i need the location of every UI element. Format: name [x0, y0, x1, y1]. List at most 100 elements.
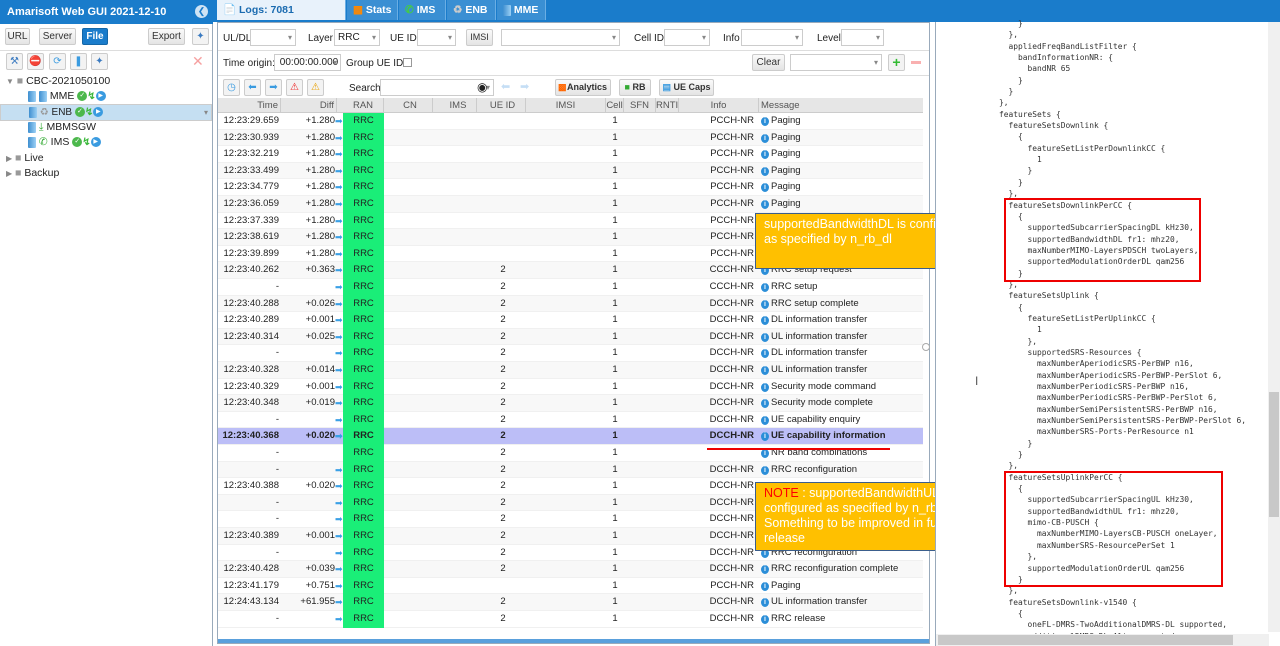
add-icon[interactable]: + — [888, 54, 905, 71]
tree-node-mme[interactable]: MME ✓ ↯ ▶ — [0, 88, 212, 104]
table-row[interactable]: - RRC 2 1 DCCH-NR ➡ i UE capability enquiry — [218, 411, 923, 429]
table-row[interactable]: 12:23:40.288 +0.026 RRC 2 1 DCCH-NR ➡ i RRC setu… — [218, 295, 923, 313]
table-row[interactable]: 12:23:36.059 +1.280 RRC 1 PCCH-NR ➡ i Paging — [218, 196, 923, 213]
scrollbar-thumb[interactable] — [938, 635, 1233, 645]
analytics-button[interactable]: ▩ Analytics — [555, 79, 611, 96]
table-row[interactable]: 12:23:40.428 +0.039 RRC 2 1 DCCH-NR ➡ i RRC reco… — [218, 561, 923, 578]
ueid-select[interactable] — [417, 29, 456, 46]
col-sfn[interactable]: SFN — [624, 98, 656, 113]
refresh-icon[interactable]: ⟳ — [49, 53, 66, 70]
table-row[interactable]: 12:23:40.368 +0.020 RRC 2 1 DCCH-NR ➡ i UE capab… — [218, 428, 923, 445]
table-row[interactable]: 12:23:40.314 +0.025 RRC 2 1 DCCH-NR ➡ i UL infor… — [218, 328, 923, 346]
table-row[interactable]: 12:24:43.134 +61.955 RRC 2 1 DCCH-NR ➡ i UL info… — [218, 594, 923, 611]
cellid-select[interactable] — [664, 29, 710, 46]
tab-stats[interactable]: ▩ Stats — [347, 0, 398, 20]
tree-node-mbmsgw[interactable]: ⤓ MBMSGW — [0, 119, 212, 135]
splitter-handle[interactable] — [922, 343, 930, 351]
col-ran[interactable]: RAN — [343, 98, 384, 113]
table-row[interactable]: 12:23:41.179 +0.751 RRC 1 PCCH-NR ➡ i Paging — [218, 577, 923, 595]
tab-ims[interactable]: ✆ IMS — [399, 0, 446, 20]
scrollbar-thumb[interactable] — [1269, 392, 1279, 517]
uecaps-button[interactable]: ▤ UE Caps — [659, 79, 714, 96]
horizontal-scrollbar[interactable] — [936, 634, 1269, 646]
group-ue-checkbox[interactable] — [403, 58, 412, 67]
wrench-icon[interactable]: ⚒ — [6, 53, 23, 70]
ueid-cell: 2 — [500, 364, 506, 375]
tab-mme[interactable]: MME — [497, 0, 546, 20]
table-row[interactable]: 12:23:40.328 +0.014 RRC 2 1 DCCH-NR ➡ i UL infor… — [218, 362, 923, 379]
server-button[interactable]: Server — [39, 28, 76, 45]
vertical-scrollbar[interactable] — [1268, 22, 1280, 632]
url-button[interactable]: URL — [5, 28, 30, 45]
play-icon[interactable]: ▶ — [90, 137, 101, 148]
col-diff[interactable]: Diff — [281, 98, 337, 113]
remove-icon[interactable] — [911, 61, 921, 64]
level-select[interactable] — [841, 29, 884, 46]
filter-preset-select[interactable] — [790, 54, 882, 71]
tree-folder-live[interactable]: ▶ ■ Live — [0, 150, 212, 166]
col-time[interactable]: Time — [218, 98, 281, 113]
table-row[interactable]: - RRC 2 1 DCCH-NR ➡ i RRC reconfiguration — [218, 461, 923, 479]
table-row[interactable]: - RRC 2 1 DCCH-NR ➡ i DL information transfer — [218, 345, 923, 362]
col-cn[interactable]: CN — [388, 98, 433, 113]
settings-icon[interactable]: ✦ — [192, 28, 209, 45]
delete-icon[interactable]: ✕ — [192, 53, 204, 70]
tree-root[interactable]: ▼ ■ CBC-2021050100 — [0, 73, 212, 89]
info-select[interactable] — [741, 29, 803, 46]
table-row[interactable]: - RRC 2 1 CCCH-NR ➡ i RRC setup — [218, 279, 923, 296]
prev-match-icon[interactable]: ⬅ — [501, 80, 510, 93]
clock-icon[interactable]: ◷ — [223, 79, 240, 96]
play-icon[interactable]: ▶ — [93, 107, 104, 118]
file-button[interactable]: File — [82, 28, 108, 45]
col-message[interactable]: Message — [761, 98, 921, 113]
uldl-select[interactable] — [250, 29, 296, 46]
col-ueid[interactable]: UE ID — [480, 98, 526, 113]
time-origin-input[interactable]: 00:00:00.000 — [274, 54, 341, 71]
ueid-cell — [480, 578, 526, 595]
cell-cell: 1 — [612, 198, 618, 209]
info-icon: i — [761, 166, 769, 176]
collapse-panel-icon[interactable]: ❮ — [195, 5, 208, 18]
table-row[interactable]: 12:23:34.779 +1.280 RRC 1 PCCH-NR ➡ i Paging — [218, 179, 923, 196]
arrow-left-icon[interactable]: ⬅ — [244, 79, 261, 96]
info-cell: DCCH-NR — [709, 613, 754, 624]
col-cell[interactable]: Cell — [606, 98, 624, 113]
arrow-right-icon[interactable]: ➡ — [265, 79, 282, 96]
play-icon[interactable]: ▶ — [95, 91, 106, 102]
layer-select[interactable]: RRC — [334, 29, 380, 46]
table-row[interactable]: 12:23:29.659 +1.280 RRC 1 PCCH-NR ➡ i Paging — [218, 113, 923, 130]
clear-button[interactable]: Clear — [752, 54, 785, 71]
table-row[interactable]: 12:23:40.329 +0.001 RRC 2 1 DCCH-NR ➡ i Security… — [218, 378, 923, 396]
col-imsi[interactable]: IMSI — [526, 98, 606, 113]
pause-icon[interactable]: ❚ — [70, 53, 87, 70]
highlight-box-dl — [1004, 198, 1201, 282]
ran-cell: RRC — [343, 162, 384, 180]
tree-node-ims[interactable]: ✆ IMS ✓ ↯ ▶ — [0, 134, 212, 150]
table-row[interactable]: 12:23:32.219 +1.280 RRC 1 PCCH-NR ➡ i Paging — [218, 146, 923, 163]
stop-icon[interactable]: ⛔ — [27, 53, 44, 70]
connect-icon[interactable]: ✦ — [91, 53, 108, 70]
col-info[interactable]: Info — [679, 98, 759, 113]
error-icon[interactable]: ⚠ — [286, 79, 303, 96]
export-button[interactable]: Export — [148, 28, 185, 45]
level-label: Level — [817, 33, 841, 44]
imsi-select[interactable] — [501, 29, 620, 46]
col-ims[interactable]: IMS — [440, 98, 477, 113]
info-cell: PCCH-NR — [710, 164, 754, 176]
tab-logs[interactable]: 📄 Logs: 7081 — [217, 0, 346, 20]
binoculars-icon[interactable]: ◉ — [477, 80, 487, 94]
warning-icon[interactable]: ⚠ — [307, 79, 324, 96]
ran-cell: RRC — [343, 362, 384, 379]
next-match-icon[interactable]: ➡ — [520, 80, 529, 93]
table-row[interactable]: 12:23:40.348 +0.019 RRC 2 1 DCCH-NR ➡ i Security… — [218, 395, 923, 412]
tree-folder-backup[interactable]: ▶ ■ Backup — [0, 165, 212, 181]
tab-enb[interactable]: ♻ ENB — [447, 0, 496, 20]
table-row[interactable]: 12:23:40.289 +0.001 RRC 2 1 DCCH-NR ➡ i DL infor… — [218, 312, 923, 329]
rb-button[interactable]: ■ RB — [619, 79, 651, 96]
table-row[interactable]: - RRC 2 1 DCCH-NR ➡ i RRC release — [218, 611, 923, 628]
code-line: featureSetListPerDownlinkCC { — [999, 143, 1166, 153]
table-row[interactable]: 12:23:30.939 +1.280 RRC 1 PCCH-NR ➡ i Paging — [218, 129, 923, 147]
table-row[interactable]: 12:23:33.499 +1.280 RRC 1 PCCH-NR ➡ i Paging — [218, 162, 923, 180]
imsi-button[interactable]: IMSI — [466, 29, 493, 46]
col-rnti[interactable]: RNTI — [656, 98, 679, 113]
